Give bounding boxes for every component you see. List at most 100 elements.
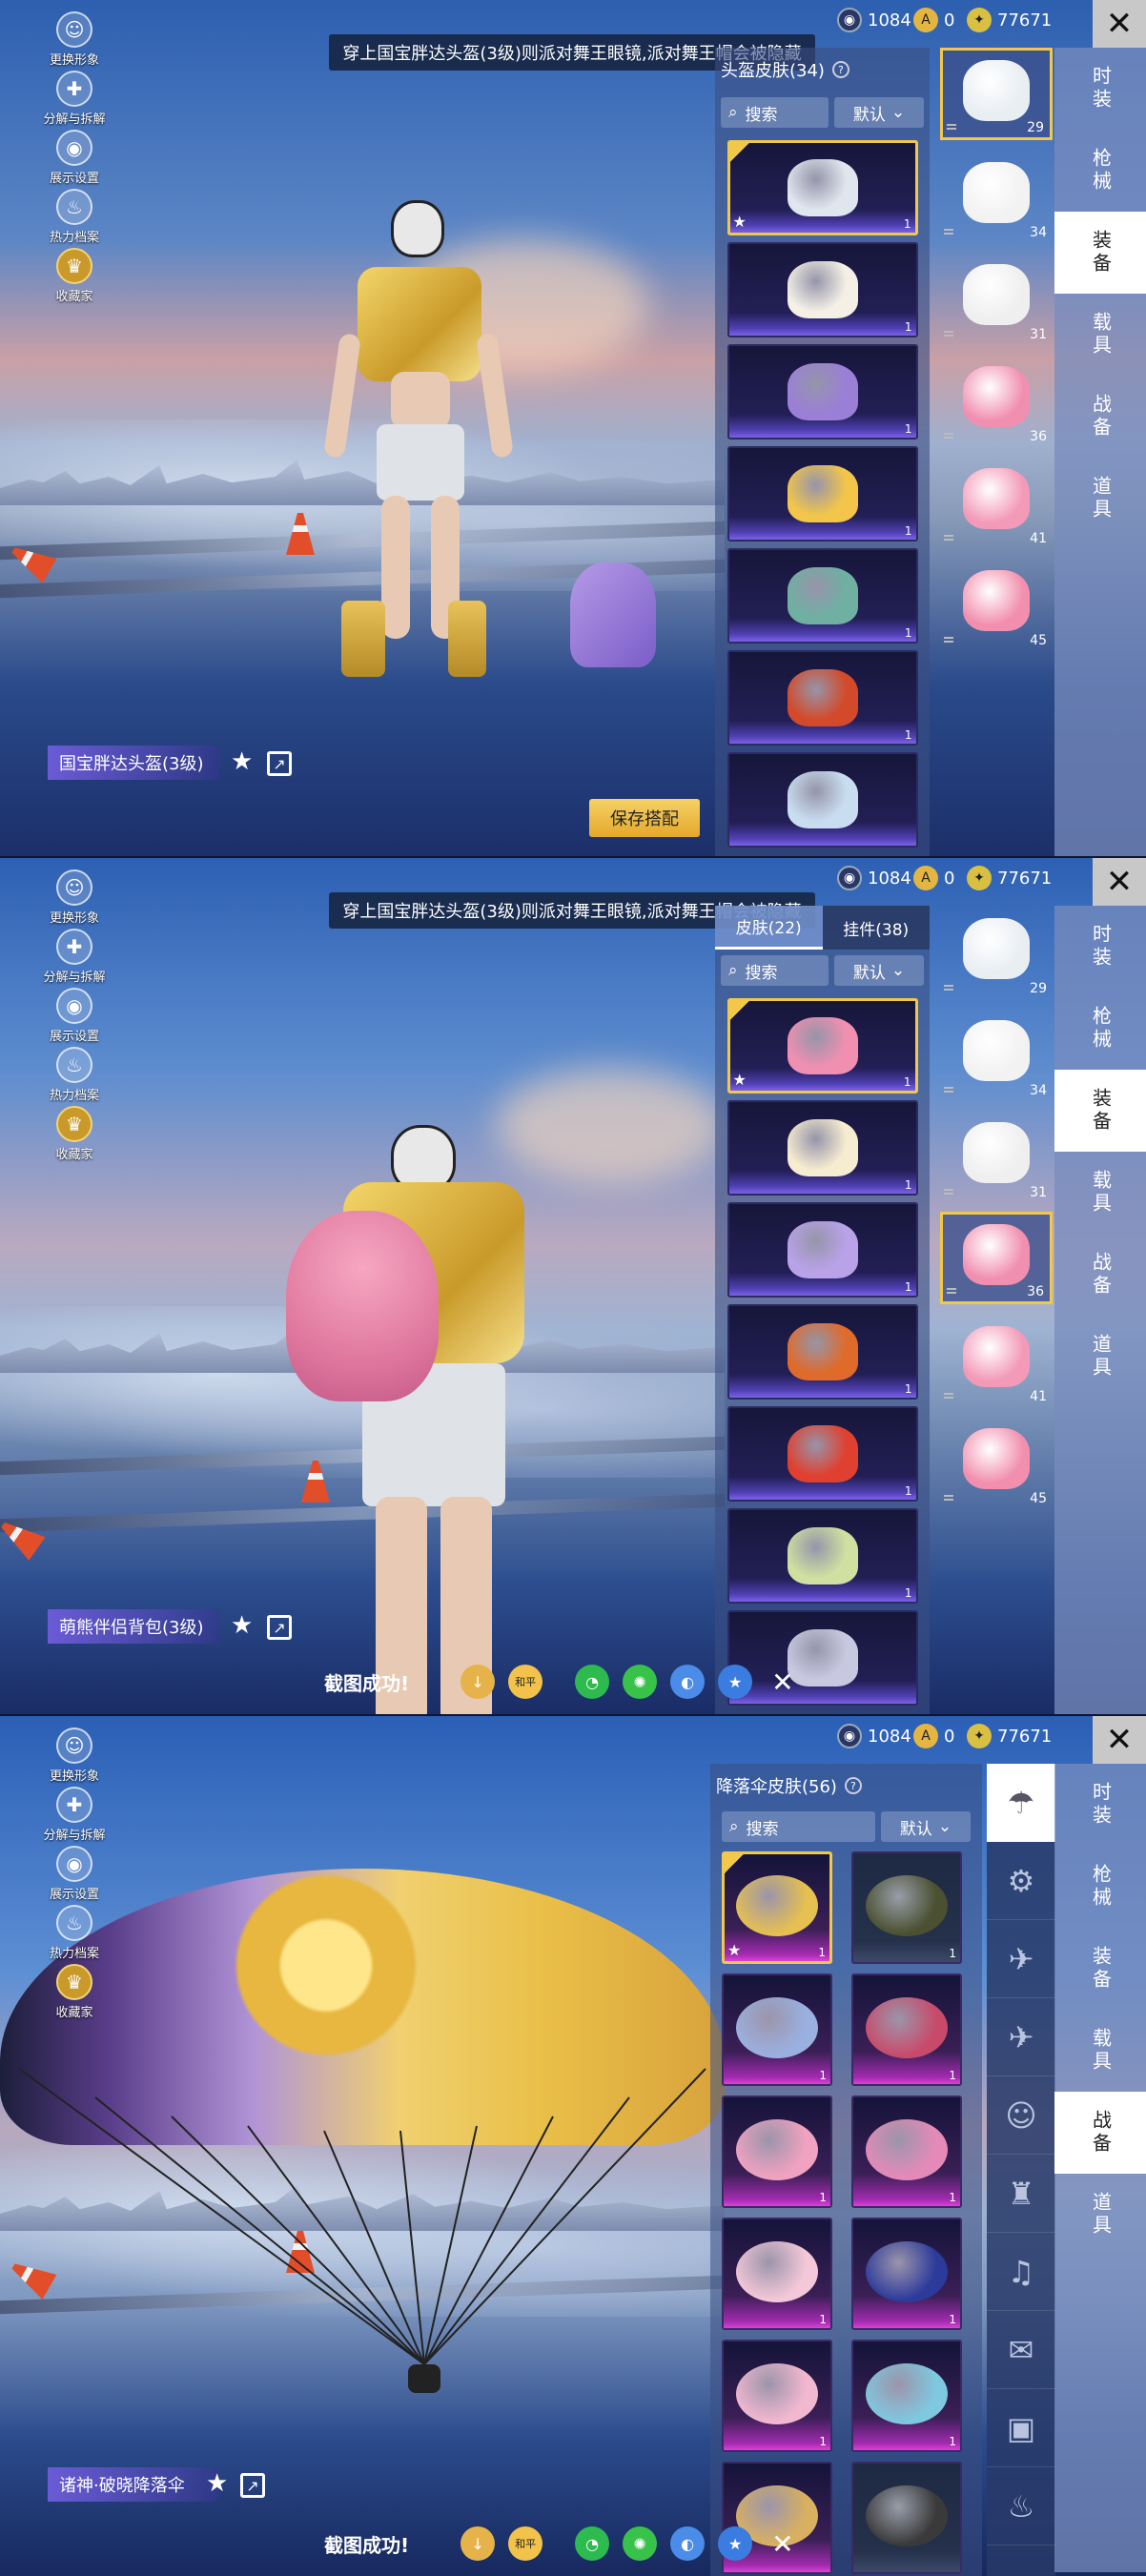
close-share-icon[interactable]: ✕ bbox=[771, 1666, 793, 1698]
equipped-slot[interactable]: 29 bbox=[940, 906, 1053, 998]
parachute-card[interactable]: 1 bbox=[722, 2096, 832, 2208]
left-menu-item[interactable]: ♨ 热力档案 bbox=[32, 1905, 116, 1964]
parachute-card[interactable]: 1 bbox=[851, 2218, 962, 2330]
category-tab[interactable]: 时装 bbox=[1054, 906, 1146, 988]
skin-card[interactable]: ★ 1 bbox=[726, 998, 918, 1094]
image-icon[interactable]: ▣ bbox=[987, 2389, 1055, 2467]
search-input[interactable]: ⌕ 搜索 bbox=[721, 97, 829, 128]
qq-icon[interactable]: ◐ bbox=[670, 1665, 706, 1699]
sort-dropdown[interactable]: 默认 ⌄ bbox=[834, 97, 924, 128]
pony-pet[interactable] bbox=[570, 562, 656, 667]
skin-card[interactable]: 1 bbox=[726, 1304, 918, 1400]
category-tab[interactable]: 战备 bbox=[1054, 2092, 1146, 2174]
equipped-slot[interactable]: 31 bbox=[940, 252, 1053, 344]
left-menu-item[interactable]: ✚ 分解与拆解 bbox=[32, 71, 116, 130]
skin-card[interactable]: 1 bbox=[726, 650, 918, 746]
wechat-icon[interactable]: ◔ bbox=[575, 2526, 610, 2561]
close-button[interactable]: ✕ bbox=[1093, 1716, 1146, 1764]
close-button[interactable]: ✕ bbox=[1093, 858, 1146, 906]
category-tab[interactable]: 枪械 bbox=[1054, 130, 1146, 212]
skin-card[interactable]: 1 bbox=[726, 1100, 918, 1196]
help-icon[interactable]: ? bbox=[831, 61, 849, 78]
equipped-slot[interactable]: 45 bbox=[940, 558, 1053, 650]
qzone-icon[interactable]: ★ bbox=[718, 1665, 753, 1699]
category-tab[interactable]: 道具 bbox=[1054, 1316, 1146, 1398]
tab-pendants[interactable]: 挂件(38) bbox=[822, 906, 930, 950]
search-input[interactable]: ⌕ 搜索 bbox=[721, 955, 829, 986]
left-menu-item[interactable]: ♛ 收藏家 bbox=[32, 1964, 116, 2023]
skin-card[interactable]: 1 bbox=[726, 548, 918, 644]
share-icon[interactable]: ↗ bbox=[240, 2473, 265, 2498]
parachute-card[interactable]: 1 bbox=[851, 1851, 962, 1964]
category-tab[interactable]: 战备 bbox=[1054, 1234, 1146, 1316]
game-share-icon[interactable]: 和平 bbox=[508, 2526, 543, 2561]
share-icon[interactable]: ↗ bbox=[267, 1615, 292, 1640]
equipped-slot[interactable]: 36 bbox=[940, 1212, 1053, 1304]
moments-icon[interactable]: ✺ bbox=[623, 2526, 658, 2561]
category-tab[interactable]: 时装 bbox=[1054, 1764, 1146, 1846]
skin-card[interactable] bbox=[726, 752, 918, 848]
left-menu-item[interactable]: ☺ 更换形象 bbox=[32, 1728, 116, 1787]
character-model[interactable] bbox=[323, 181, 515, 677]
left-menu-item[interactable]: ☺ 更换形象 bbox=[32, 11, 116, 71]
plane-icon[interactable]: ✈ bbox=[987, 1998, 1055, 2076]
game-share-icon[interactable]: 和平 bbox=[508, 1665, 543, 1699]
parachute-card[interactable]: 1 bbox=[722, 2340, 832, 2452]
parachute-card[interactable]: 1 bbox=[722, 2218, 832, 2330]
speaker-icon[interactable]: ♫ bbox=[987, 2233, 1055, 2311]
left-menu-item[interactable]: ♛ 收藏家 bbox=[32, 1106, 116, 1165]
left-menu-item[interactable]: ☺ 更换形象 bbox=[32, 869, 116, 929]
parachute-card[interactable]: 1 bbox=[851, 1973, 962, 2086]
emote-icon[interactable]: ☺ bbox=[987, 2076, 1055, 2155]
left-menu-item[interactable]: ✚ 分解与拆解 bbox=[32, 1787, 116, 1846]
plane-small-icon[interactable]: ✈ bbox=[987, 1920, 1055, 1998]
left-menu-item[interactable]: ◉ 展示设置 bbox=[32, 1846, 116, 1905]
equipped-slot[interactable]: 45 bbox=[940, 1416, 1053, 1508]
equipped-slot[interactable]: 31 bbox=[940, 1110, 1053, 1202]
extinguisher-icon[interactable]: ♨ bbox=[987, 2467, 1055, 2545]
category-tab[interactable]: 战备 bbox=[1054, 376, 1146, 458]
skin-card[interactable]: 1 bbox=[726, 344, 918, 440]
equipped-slot[interactable]: 41 bbox=[940, 456, 1053, 548]
skin-card[interactable]: 1 bbox=[726, 1508, 918, 1604]
skin-card[interactable]: ★ 1 bbox=[726, 140, 918, 235]
category-tab[interactable]: 装备 bbox=[1054, 212, 1146, 294]
skin-card[interactable]: 1 bbox=[726, 242, 918, 337]
close-button[interactable]: ✕ bbox=[1093, 0, 1146, 48]
download-icon[interactable]: ↓ bbox=[460, 2526, 496, 2561]
category-tab[interactable]: 载具 bbox=[1054, 2010, 1146, 2092]
skin-card[interactable]: 1 bbox=[726, 446, 918, 542]
skin-card[interactable]: 1 bbox=[726, 1202, 918, 1298]
favorite-star-icon[interactable]: ★ bbox=[231, 747, 253, 776]
download-icon[interactable]: ↓ bbox=[460, 1665, 496, 1699]
equipped-slot[interactable]: 29 bbox=[940, 48, 1053, 140]
category-tab[interactable]: 载具 bbox=[1054, 1152, 1146, 1234]
equipped-slot[interactable]: 34 bbox=[940, 150, 1053, 242]
parachute-card[interactable]: 1 bbox=[722, 1973, 832, 2086]
skin-card[interactable]: 1 bbox=[726, 1406, 918, 1502]
parachute-card[interactable] bbox=[851, 2462, 962, 2574]
category-tab[interactable]: 道具 bbox=[1054, 458, 1146, 540]
category-tab[interactable]: 道具 bbox=[1054, 2174, 1146, 2256]
left-menu-item[interactable]: ♨ 热力档案 bbox=[32, 1047, 116, 1106]
favorite-star-icon[interactable]: ★ bbox=[206, 2469, 228, 2498]
chat-icon[interactable]: ✉ bbox=[987, 2311, 1055, 2389]
parachute-card[interactable]: ★ 1 bbox=[722, 1851, 832, 1964]
wechat-icon[interactable]: ◔ bbox=[575, 1665, 610, 1699]
left-menu-item[interactable]: ◉ 展示设置 bbox=[32, 130, 116, 189]
parachute-icon[interactable]: ☂ bbox=[987, 1764, 1055, 1842]
category-tab[interactable]: 载具 bbox=[1054, 294, 1146, 376]
qq-icon[interactable]: ◐ bbox=[670, 2526, 706, 2561]
qzone-icon[interactable]: ★ bbox=[718, 2526, 753, 2561]
drone-icon[interactable]: ⚙ bbox=[987, 1842, 1055, 1920]
close-share-icon[interactable]: ✕ bbox=[771, 2528, 793, 2560]
category-tab[interactable]: 装备 bbox=[1054, 1070, 1146, 1152]
favorite-star-icon[interactable]: ★ bbox=[231, 1611, 253, 1640]
left-menu-item[interactable]: ♨ 热力档案 bbox=[32, 189, 116, 248]
help-icon[interactable]: ? bbox=[844, 1777, 862, 1794]
category-tab[interactable]: 时装 bbox=[1054, 48, 1146, 130]
share-icon[interactable]: ↗ bbox=[267, 751, 292, 776]
sort-dropdown[interactable]: 默认 ⌄ bbox=[834, 955, 924, 986]
pink-bear-backpack[interactable] bbox=[286, 1211, 439, 1401]
robot-icon[interactable]: ♜ bbox=[987, 2155, 1055, 2233]
